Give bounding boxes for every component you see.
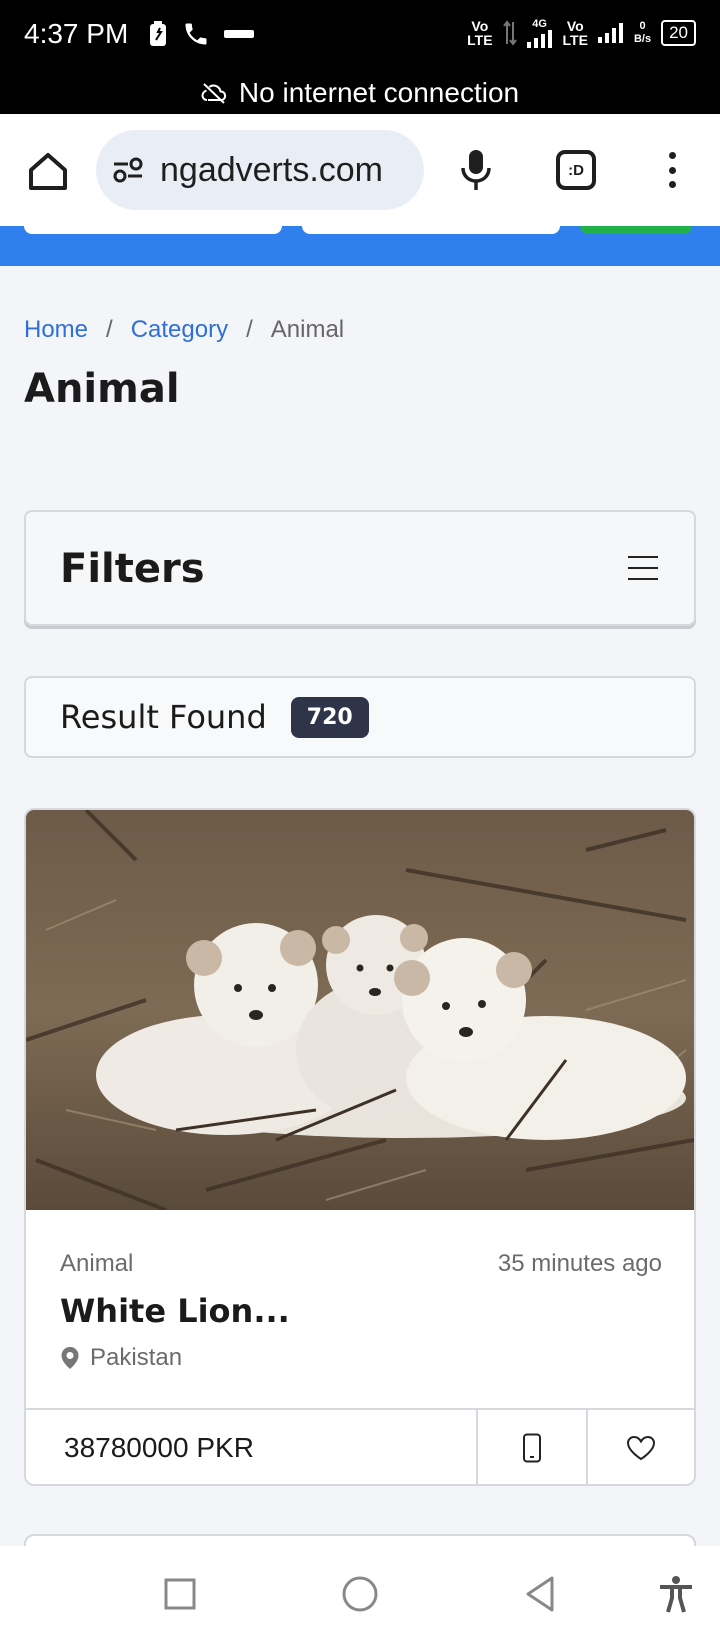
net-label-lte2: LTE [562, 32, 588, 48]
system-nav-bar [0, 1546, 720, 1640]
breadcrumb-category[interactable]: Category [131, 316, 228, 344]
status-right: Vo LTE 4G Vo LTE 0 B/s 20 [467, 18, 696, 48]
listing-card[interactable]: Animal 35 minutes ago White Lion... Paki… [24, 808, 696, 1486]
listing-footer: 38780000 PKR [26, 1408, 694, 1484]
home-icon[interactable] [26, 150, 70, 194]
signal-icon-1 [526, 30, 552, 48]
favorite-button[interactable] [586, 1410, 694, 1484]
mic-icon[interactable] [458, 148, 494, 192]
listing-location-text: Pakistan [90, 1344, 183, 1371]
address-bar[interactable]: ngadverts.com [96, 130, 424, 210]
filters-panel[interactable]: Filters [24, 510, 696, 626]
hamburger-icon[interactable] [628, 556, 658, 580]
speed-value: 0 [639, 20, 646, 32]
call-button[interactable] [478, 1410, 586, 1484]
offline-banner: No internet connection [0, 72, 720, 114]
status-bar: 4:37 PM Vo LTE 4G Vo LTE 0 B/s 20 [0, 0, 720, 72]
result-count-badge: 720 [290, 696, 369, 738]
listing-location: Pakistan [60, 1344, 182, 1372]
battery-indicator: 20 [661, 20, 696, 46]
listing-image[interactable] [26, 810, 694, 1210]
speed-unit: B/s [633, 33, 652, 45]
tabs-icon[interactable]: :D [556, 150, 596, 190]
cloud-off-icon [201, 83, 226, 104]
filters-title: Filters [60, 546, 205, 592]
breadcrumb-home[interactable]: Home [24, 316, 88, 344]
tabs-label: :D [568, 161, 584, 179]
result-count-bar: Result Found 720 [24, 676, 696, 758]
location-pin-icon [61, 1347, 79, 1369]
url-text[interactable]: ngadverts.com [160, 151, 383, 190]
signal-icon-2 [597, 23, 623, 43]
data-arrows-icon [502, 20, 517, 46]
net-label-vo2: Vo [566, 18, 584, 34]
breadcrumb: Home / Category / Animal [24, 316, 344, 344]
recents-square-icon[interactable] [160, 1574, 200, 1614]
home-circle-icon[interactable] [340, 1574, 380, 1614]
status-left-icons [148, 20, 254, 48]
back-triangle-icon[interactable] [520, 1574, 560, 1614]
site-settings-icon[interactable] [112, 156, 144, 184]
heart-icon [626, 1435, 656, 1461]
site-header [0, 226, 720, 266]
net-label-4g: 4G [532, 18, 547, 30]
net-label-vo1: Vo [471, 18, 489, 34]
phone-call-icon [185, 23, 207, 45]
listing-category[interactable]: Animal [60, 1250, 133, 1278]
header-location-field[interactable] [302, 226, 560, 234]
battery-saver-icon [150, 21, 166, 46]
header-search-field[interactable] [24, 226, 282, 234]
breadcrumb-current: Animal [270, 316, 345, 343]
more-vert-icon[interactable] [660, 148, 684, 192]
accessibility-icon[interactable] [656, 1574, 696, 1614]
net-label-lte1: LTE [467, 32, 493, 48]
breadcrumb-separator: / [246, 316, 253, 343]
status-time: 4:37 PM [24, 18, 129, 49]
listing-title[interactable]: White Lion... [60, 1292, 290, 1330]
minus-icon [224, 30, 254, 38]
listing-time: 35 minutes ago [497, 1250, 662, 1277]
page-title: Animal [24, 366, 180, 412]
listing-price: 38780000 PKR [26, 1410, 478, 1484]
header-search-button[interactable] [580, 226, 692, 234]
browser-toolbar: ngadverts.com :D [0, 114, 720, 226]
result-label: Result Found [60, 698, 267, 736]
phone-icon [523, 1433, 541, 1463]
offline-text: No internet connection [238, 77, 520, 108]
breadcrumb-separator: / [106, 316, 113, 343]
